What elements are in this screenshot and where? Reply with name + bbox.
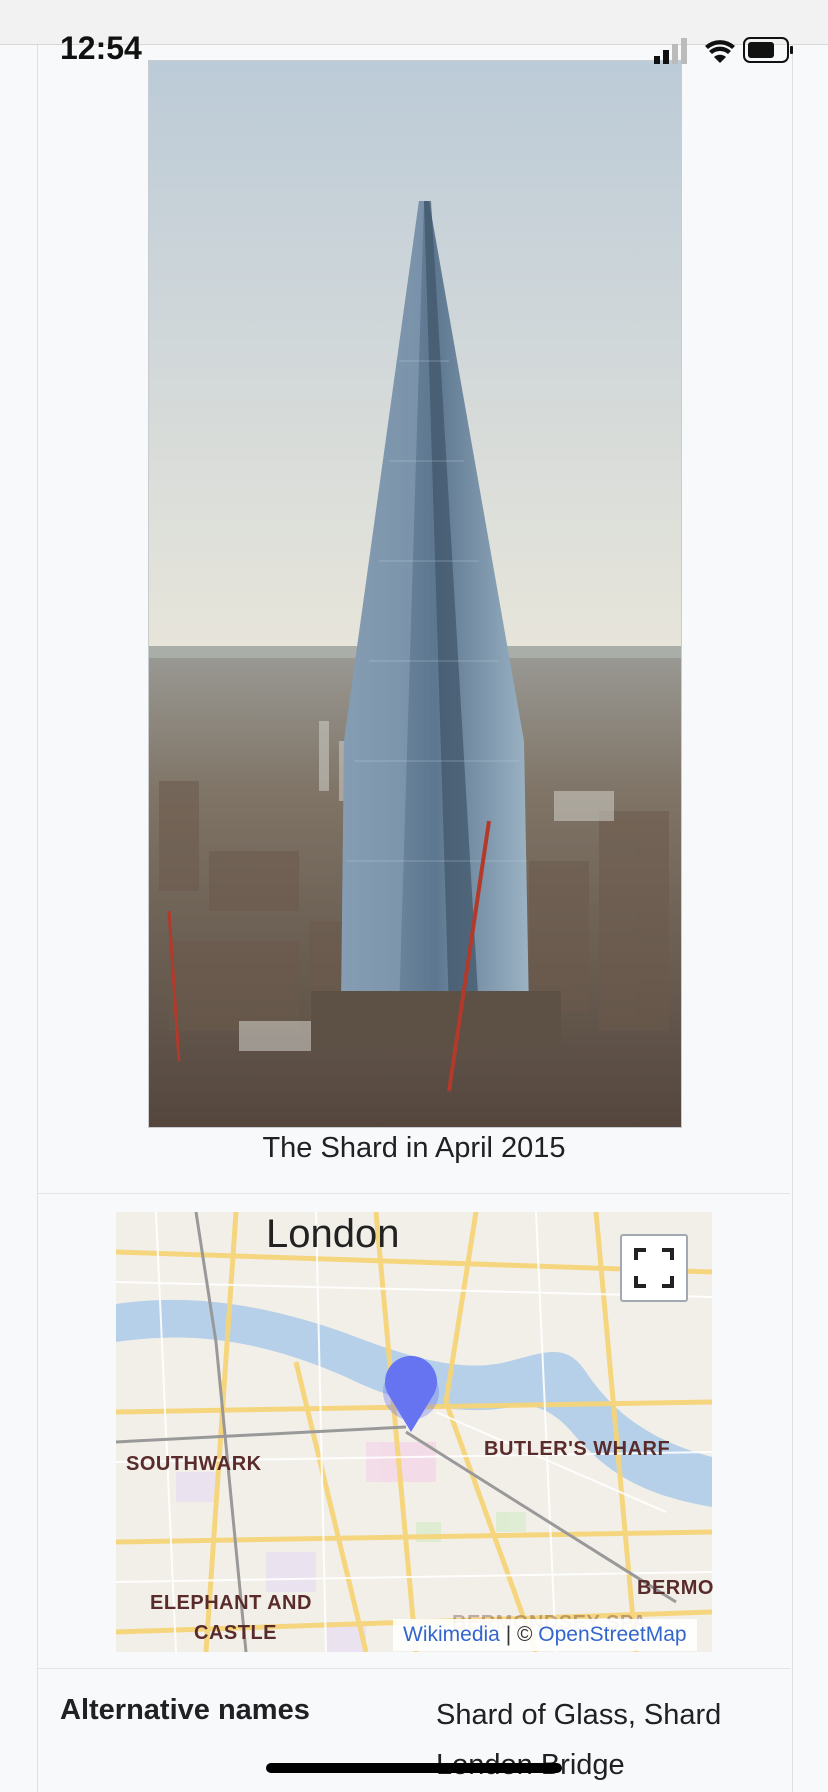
status-icons xyxy=(654,36,794,64)
map-city-label: London xyxy=(266,1212,400,1256)
status-bar: 12:54 xyxy=(0,0,828,66)
map-attribution: Wikimedia | © OpenStreetMap xyxy=(393,1619,697,1651)
alt-names-label: Alternative names xyxy=(60,1694,310,1726)
shard-photo[interactable] xyxy=(148,60,682,1128)
map-district-label: ELEPHANT AND xyxy=(150,1592,312,1614)
image-caption: The Shard in April 2015 xyxy=(262,1132,566,1164)
map-district-label: SOUTHWARK xyxy=(126,1453,262,1475)
status-time: 12:54 xyxy=(60,30,142,66)
home-indicator[interactable] xyxy=(266,1763,562,1773)
map-fullscreen-button[interactable] xyxy=(620,1234,688,1302)
map-district-label: CASTLE xyxy=(194,1622,277,1644)
wifi-icon xyxy=(705,40,735,63)
alt-names-value: Shard of Glass, Shard London Bridge xyxy=(436,1699,722,1781)
map-district-label: BERMO xyxy=(637,1577,714,1599)
battery-icon xyxy=(743,37,793,63)
divider xyxy=(38,1193,790,1194)
cellular-signal-icon xyxy=(654,38,687,64)
wikimedia-link[interactable]: Wikimedia xyxy=(403,1623,500,1646)
attribution-separator: | © xyxy=(499,1623,539,1646)
openstreetmap-link[interactable]: OpenStreetMap xyxy=(538,1623,686,1646)
map-district-label: BUTLER'S WHARF xyxy=(484,1438,671,1460)
divider xyxy=(38,1668,790,1669)
fullscreen-icon xyxy=(634,1248,674,1288)
